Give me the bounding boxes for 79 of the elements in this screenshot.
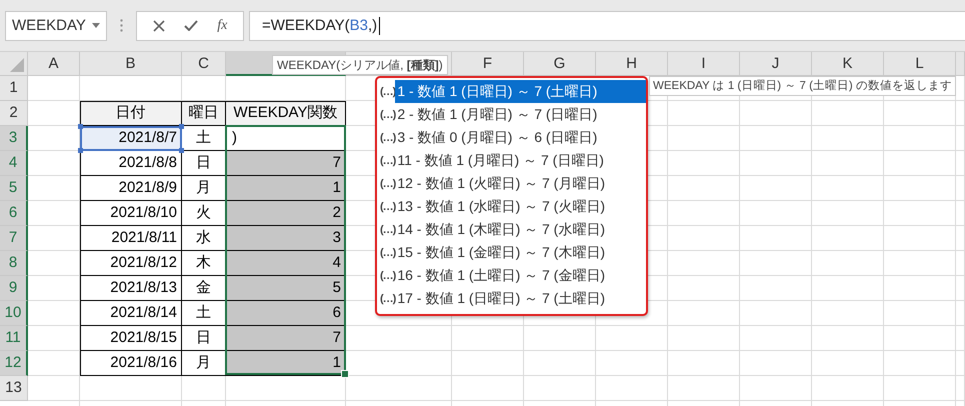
autocomplete-item[interactable]: 2 - 数値 1 (月曜日) ～ 7 (日曜日) (395, 103, 646, 126)
column-header[interactable]: K (812, 52, 884, 76)
result-cell: 3 (226, 226, 346, 251)
description-tooltip: WEEKDAY は 1 (日曜日) ～ 7 (土曜日) の数値を返します (649, 76, 956, 96)
row-header[interactable]: 5 (0, 176, 28, 201)
row-header[interactable]: 8 (0, 251, 28, 276)
weekday-cell: 土 (182, 301, 226, 326)
weekday-cell: 金 (182, 276, 226, 301)
row-header[interactable]: 13 (0, 376, 28, 401)
autocomplete-item[interactable]: 11 - 数値 1 (月曜日) ～ 7 (日曜日) (395, 149, 646, 172)
result-cell: 2 (226, 201, 346, 226)
result-cell: 4 (226, 251, 346, 276)
weekday-cell: 月 (182, 176, 226, 201)
row-header[interactable]: 4 (0, 151, 28, 176)
result-cell: 6 (226, 301, 346, 326)
enum-marker: (…) (380, 246, 396, 258)
column-header[interactable]: B (80, 52, 182, 76)
autocomplete-item[interactable]: 14 - 数値 1 (木曜日) ～ 7 (水曜日) (395, 218, 646, 241)
row-header[interactable]: 9 (0, 276, 28, 301)
autocomplete-item[interactable]: 13 - 数値 1 (水曜日) ～ 7 (火曜日) (395, 195, 646, 218)
date-cell: 2021/8/10 (80, 201, 182, 226)
result-cell: 5 (226, 276, 346, 301)
column-header[interactable]: F (452, 52, 524, 76)
dropdown-caret-icon (92, 23, 100, 28)
insert-function-button[interactable]: fx (217, 18, 228, 34)
enum-marker: (…) (380, 224, 396, 236)
syntax-tooltip: WEEKDAY(シリアル値, [種類]) (272, 55, 448, 75)
cancel-icon[interactable] (152, 20, 165, 32)
row-header[interactable]: 7 (0, 226, 28, 251)
row-header[interactable]: 1 (0, 76, 28, 101)
autocomplete-item[interactable]: 12 - 数値 1 (火曜日) ～ 7 (月曜日) (395, 172, 646, 195)
date-cell: 2021/8/13 (80, 276, 182, 301)
column-header[interactable]: C (182, 52, 226, 76)
row-header[interactable]: 11 (0, 326, 28, 351)
column-header[interactable]: L (884, 52, 956, 76)
enum-marker: (…) (380, 108, 396, 120)
result-cell: 1 (226, 176, 346, 201)
column-header[interactable]: H (596, 52, 668, 76)
weekday-cell: 木 (182, 251, 226, 276)
date-cell: 2021/8/14 (80, 301, 182, 326)
column-header[interactable]: J (740, 52, 812, 76)
enum-marker: (…) (380, 154, 396, 166)
date-cell: 2021/8/12 (80, 251, 182, 276)
grip-icon (120, 19, 123, 32)
table-header-cell: 日付 (80, 101, 182, 126)
column-header[interactable]: I (668, 52, 740, 76)
date-cell: 2021/8/15 (80, 326, 182, 351)
weekday-cell: 日 (182, 326, 226, 351)
autocomplete-item[interactable]: 15 - 数値 1 (金曜日) ～ 7 (木曜日) (395, 241, 646, 264)
row-header[interactable]: 10 (0, 301, 28, 326)
weekday-cell: 火 (182, 201, 226, 226)
enum-marker: (…) (380, 178, 396, 190)
formula-field[interactable]: =WEEKDAY(B3,) (249, 10, 965, 40)
check-icon[interactable] (184, 20, 198, 31)
column-header[interactable]: A (28, 52, 80, 76)
row-header[interactable]: 2 (0, 101, 28, 126)
date-cell: 2021/8/16 (80, 351, 182, 376)
enum-marker: (…) (380, 200, 396, 212)
name-box[interactable]: WEEKDAY (5, 10, 107, 40)
weekday-cell: 月 (182, 351, 226, 376)
corner-triangle-icon (10, 58, 24, 72)
row-header[interactable]: 3 (0, 126, 28, 151)
weekday-cell: 水 (182, 226, 226, 251)
enum-marker: (…) (380, 292, 396, 304)
date-cell: 2021/8/11 (80, 226, 182, 251)
enum-marker: (…) (380, 270, 396, 282)
table-header-cell: WEEKDAY関数 (226, 101, 346, 126)
autocomplete-item[interactable]: 17 - 数値 1 (日曜日) ～ 7 (土曜日) (395, 287, 646, 310)
autocomplete-item[interactable]: 1 - 数値 1 (日曜日) ～ 7 (土曜日) (395, 80, 646, 103)
result-cell: 7 (226, 326, 346, 351)
row-header[interactable]: 12 (0, 351, 28, 376)
result-cell: 7 (226, 151, 346, 176)
enum-marker: (…) (380, 132, 396, 144)
autocomplete-item[interactable]: 16 - 数値 1 (土曜日) ～ 7 (金曜日) (395, 264, 646, 287)
row-header[interactable]: 6 (0, 201, 28, 226)
table-header-cell: 曜日 (182, 101, 226, 126)
autocomplete-item[interactable]: 3 - 数値 0 (月曜日) ～ 6 (日曜日) (395, 126, 646, 149)
column-header[interactable]: G (524, 52, 596, 76)
date-cell: 2021/8/9 (80, 176, 182, 201)
